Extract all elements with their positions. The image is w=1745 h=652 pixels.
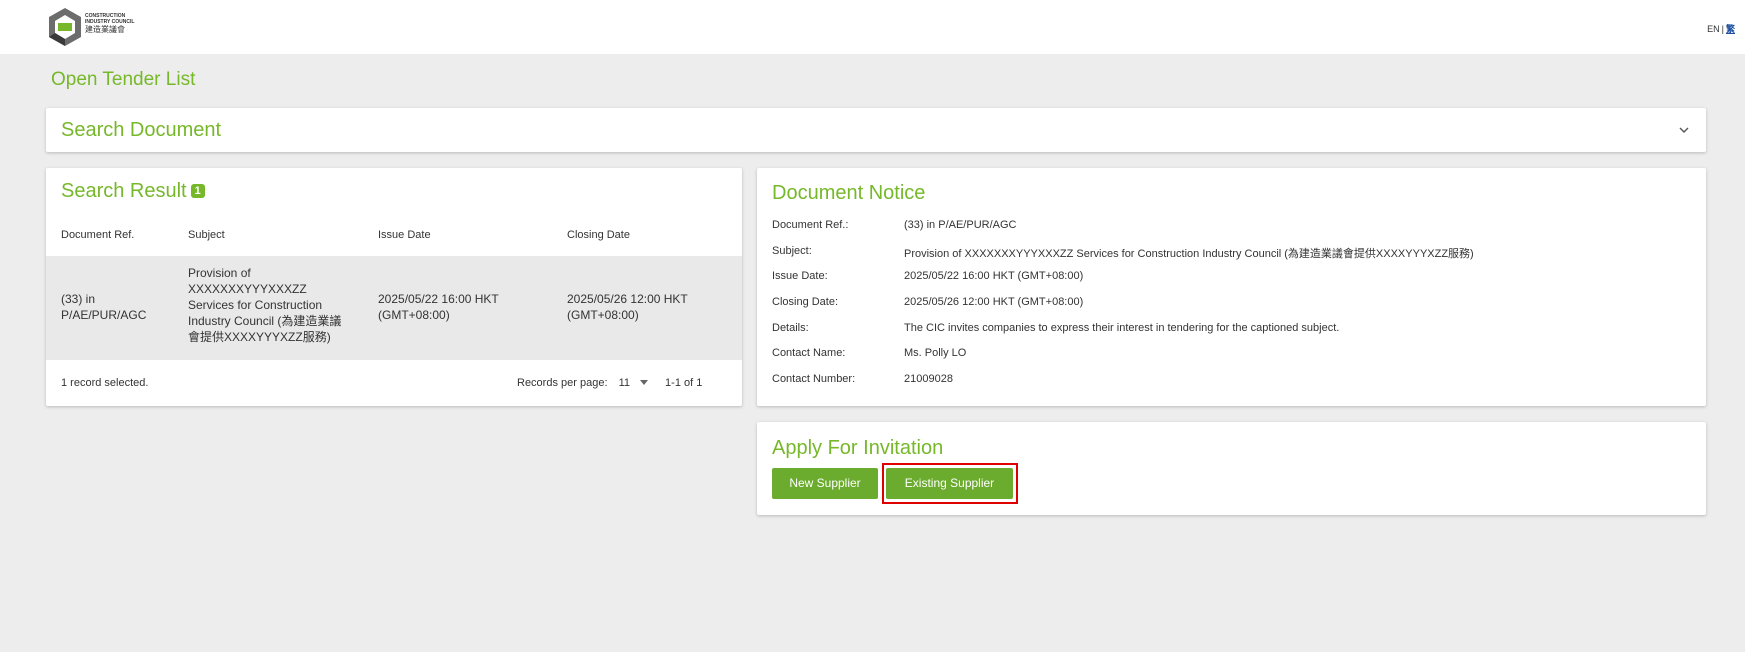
row-issue-date[interactable]: 2025/05/22 16:00 HKT (GMT+08:00) bbox=[378, 291, 499, 323]
search-document-panel[interactable]: Search Document bbox=[46, 108, 1706, 152]
page-title: Open Tender List bbox=[51, 69, 196, 90]
column-header-subject[interactable]: Subject bbox=[188, 229, 225, 241]
document-notice-title: Document Notice bbox=[772, 182, 926, 204]
highlight-box bbox=[882, 463, 1018, 504]
column-header-issue-date[interactable]: Issue Date bbox=[378, 229, 431, 241]
row-closing-date[interactable]: 2025/05/26 12:00 HKT (GMT+08:00) bbox=[567, 291, 688, 323]
search-result-title: Search Result bbox=[61, 180, 187, 202]
caret-down-icon bbox=[639, 380, 648, 385]
column-header-closing-date[interactable]: Closing Date bbox=[567, 229, 630, 241]
top-bar: CONSTRUCTION INDUSTRY COUNCIL 建造業議會 EN | 繁 bbox=[0, 0, 1745, 54]
notice-value-contact-number: 21009028 bbox=[904, 373, 953, 385]
notice-label-subject: Subject: bbox=[772, 245, 812, 257]
notice-label-closing-date: Closing Date: bbox=[772, 296, 839, 308]
records-per-page-select[interactable]: 11 bbox=[619, 377, 662, 389]
result-count-badge: 1 bbox=[190, 184, 205, 198]
column-header-ref[interactable]: Document Ref. bbox=[61, 229, 134, 241]
cic-logo-icon bbox=[49, 8, 81, 46]
records-selected-text: 1 record selected. bbox=[61, 377, 149, 389]
notice-value-contact-name: Ms. Polly LO bbox=[904, 347, 967, 359]
pagination: Records per page: 11 1-1 of 1 bbox=[517, 377, 702, 389]
notice-value-details: The CIC invites companies to express the… bbox=[904, 322, 1340, 334]
cic-logo[interactable]: CONSTRUCTION INDUSTRY COUNCIL 建造業議會 bbox=[48, 7, 148, 47]
notice-value-issue-date: 2025/05/22 16:00 HKT (GMT+08:00) bbox=[904, 270, 1084, 282]
document-notice-panel: Document Notice bbox=[757, 168, 1706, 406]
lang-en[interactable]: EN bbox=[1707, 24, 1720, 34]
notice-label-contact-number: Contact Number: bbox=[772, 373, 856, 385]
lang-separator: | bbox=[1721, 24, 1724, 34]
records-per-page-value: 11 bbox=[618, 377, 630, 389]
new-supplier-button[interactable]: New Supplier bbox=[772, 468, 878, 499]
notice-value-subject: Provision of XXXXXXXYYYXXXZZ Services fo… bbox=[904, 248, 1474, 260]
language-switcher: EN | 繁 bbox=[1707, 22, 1735, 35]
search-document-title: Search Document bbox=[61, 119, 222, 141]
apply-title: Apply For Invitation bbox=[772, 437, 944, 459]
notice-label-ref: Document Ref.: bbox=[772, 219, 849, 231]
row-subject[interactable]: Provision of XXXXXXXYYYXXXZZ Services fo… bbox=[188, 265, 341, 345]
pagination-range: 1-1 of 1 bbox=[665, 377, 703, 389]
row-document-ref[interactable]: (33) in P/AE/PUR/AGC bbox=[61, 291, 146, 323]
notice-label-issue-date: Issue Date: bbox=[772, 270, 828, 282]
notice-value-ref: (33) in P/AE/PUR/AGC bbox=[904, 219, 1017, 231]
logo-text-zh: 建造業議會 bbox=[85, 25, 125, 34]
lang-tc-link[interactable]: 繁 bbox=[1726, 24, 1735, 34]
chevron-down-icon[interactable] bbox=[1678, 124, 1690, 136]
notice-label-details: Details: bbox=[772, 322, 809, 334]
notice-label-contact-name: Contact Name: bbox=[772, 347, 846, 359]
notice-value-closing-date: 2025/05/26 12:00 HKT (GMT+08:00) bbox=[904, 296, 1084, 308]
records-per-page-label: Records per page: bbox=[517, 377, 608, 389]
